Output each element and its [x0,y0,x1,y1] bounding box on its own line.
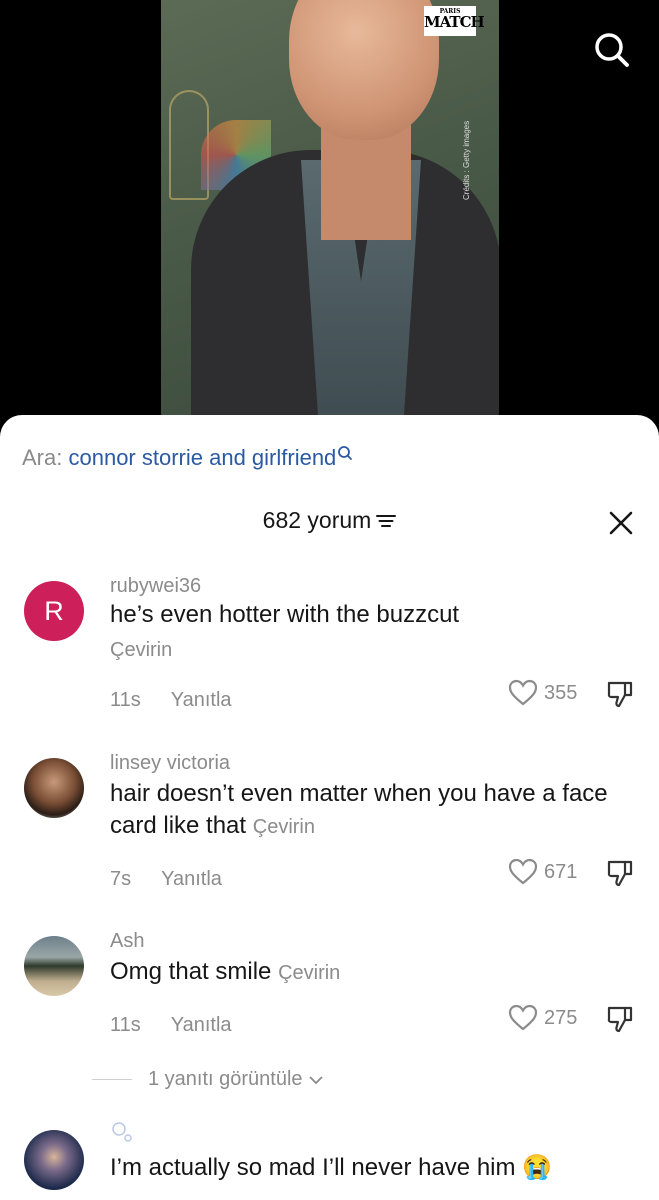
comment-time: 11s [110,1014,141,1036]
like-count: 275 [544,1006,578,1029]
view-replies-label: 1 yanıtı görüntüle [148,1068,303,1090]
like-button[interactable]: 275 [508,1004,577,1032]
search-suggestion[interactable]: Ara: connor storrie and girlfriend [22,445,353,471]
logo-main-text: MATCH [424,13,485,31]
close-icon[interactable] [609,511,633,535]
search-icon[interactable] [592,30,632,70]
comment-meta: 11s Yanıtla [110,689,232,712]
comments-sheet: Ara: connor storrie and girlfriend 682 y… [0,415,659,1200]
heart-icon [508,679,538,706]
dislike-icon[interactable] [605,858,635,888]
comment-text: Omg that smile Çevirin [110,956,630,989]
avatar[interactable] [24,758,84,818]
comment-meta: 7s Yanıtla [110,868,222,891]
photo-credits: Crédits : Getty images [462,120,471,200]
reply-button[interactable]: Yanıtla [161,868,222,890]
comment-text-body: hair doesn’t even matter when you have a… [110,780,608,839]
comment-text: I’m actually so mad I’ll never have him … [110,1154,553,1181]
chevron-down-icon [308,1075,323,1084]
person-head [289,0,439,140]
comment-time: 7s [110,868,132,890]
like-count: 671 [544,860,578,883]
like-button[interactable]: 671 [508,858,577,886]
search-icon [338,446,353,460]
comment-username[interactable]: linsey victoria [110,752,230,775]
video-player[interactable]: PARIS MATCH Crédits : Getty images [0,0,659,430]
reply-button[interactable]: Yanıtla [171,1014,232,1036]
avatar[interactable] [24,1130,84,1190]
comment-text-body: Omg that smile [110,958,272,985]
dislike-icon[interactable] [605,679,635,709]
translate-link[interactable]: Çevirin [278,962,340,984]
comment-username[interactable]: Ash [110,930,144,953]
paris-match-logo: PARIS MATCH [424,6,485,36]
reply-button[interactable]: Yanıtla [171,689,232,711]
comment-count: 682 yorum [262,507,372,533]
like-button[interactable]: 355 [508,679,577,707]
search-suggestion-prefix: Ara: [22,445,63,470]
comment-meta: 11s Yanıtla [110,1014,232,1037]
comment-time: 11s [110,689,141,711]
translate-link[interactable]: Çevirin [253,816,315,838]
translate-link[interactable]: Çevirin [110,639,172,662]
dislike-icon[interactable] [605,1004,635,1034]
like-count: 355 [544,681,578,704]
comment-text: he’s even hotter with the buzzcut [110,601,460,628]
comments-header: 682 yorum [0,507,659,543]
avatar[interactable] [24,936,84,996]
heart-icon [508,858,538,885]
comment-text: hair doesn’t even matter when you have a… [110,778,630,843]
bubbles-icon [112,1122,132,1142]
sort-filter-icon[interactable] [376,513,397,529]
avatar[interactable]: R [24,581,84,641]
heart-icon [508,1004,538,1031]
video-frame [161,0,499,415]
comment-username[interactable]: rubywei36 [110,575,201,598]
divider [92,1079,132,1080]
search-suggestion-query[interactable]: connor storrie and girlfriend [68,445,336,470]
view-replies-button[interactable]: 1 yanıtı görüntüle [92,1068,323,1091]
